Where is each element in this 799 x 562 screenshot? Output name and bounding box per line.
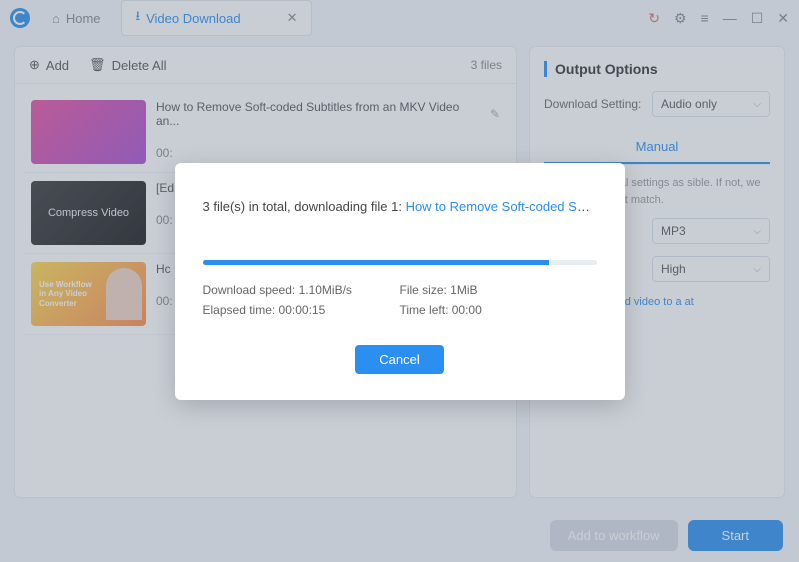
modal-overlay: 3 file(s) in total, downloading file 1: …	[0, 0, 799, 562]
progress-fill	[203, 260, 550, 265]
downloading-filename: How to Remove Soft-coded Subtitles fr...	[406, 199, 597, 214]
file-size: File size: 1MiB	[400, 283, 597, 297]
modal-status: 3 file(s) in total, downloading file 1: …	[203, 199, 597, 214]
time-left: Time left: 00:00	[400, 303, 597, 317]
elapsed-time: Elapsed time: 00:00:15	[203, 303, 400, 317]
cancel-button[interactable]: Cancel	[355, 345, 443, 374]
download-speed: Download speed: 1.10MiB/s	[203, 283, 400, 297]
download-progress-modal: 3 file(s) in total, downloading file 1: …	[175, 163, 625, 400]
progress-bar	[203, 260, 597, 265]
